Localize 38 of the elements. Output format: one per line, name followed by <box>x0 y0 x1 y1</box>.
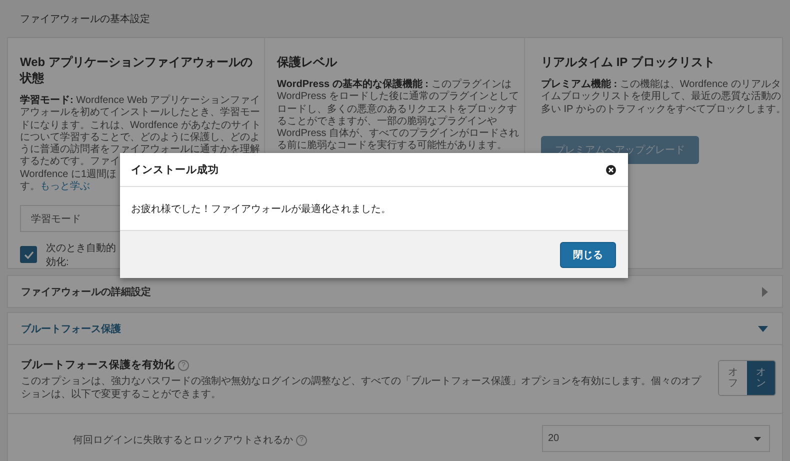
paragraph-line: Wordfence に1週間ほ <box>20 168 117 180</box>
learn-more-link[interactable]: もっと学ぶ <box>40 181 90 192</box>
paragraph-line: WordPress の基本的な保護機能 : このプラグインは <box>277 79 512 90</box>
checkbox-label: 次のとき自動的 <box>46 242 116 256</box>
lockout-select[interactable]: 20 <box>542 425 770 452</box>
section-title: ファイアウォールの詳細設定 <box>21 285 151 298</box>
caret-down-icon <box>754 436 761 440</box>
paragraph-line: アウォールを初めてインストールしたとき、学習モー <box>20 107 260 118</box>
section-header: ファイアウォールの基本設定 <box>19 12 151 26</box>
paragraph-line: するためです。ファイ <box>20 156 120 168</box>
modal-title: インストール成功 <box>131 162 219 176</box>
checkbox-label: 効化: <box>46 256 70 270</box>
option-description: このオプションは、強力なパスワードの強制や無効なログインの調整など、すべての「ブルートフォース保護」オプションを有効にします。個々のオプションは、以下で変更することができます。 <box>21 375 702 401</box>
paragraph-line: イムブロックリストを使用して、最近の悪質な活動の <box>541 91 781 102</box>
check-icon <box>24 250 34 259</box>
column-title: Web アプリケーションファイアウォールの状態 <box>20 54 254 86</box>
checkbox[interactable] <box>20 246 37 264</box>
paragraph-line: ドになります。これは、Wordfence があなたのサイト <box>20 120 261 131</box>
section-row[interactable]: ファイアウォールの詳細設定 <box>7 275 783 308</box>
column-title: リアルタイム IP ブロックリスト <box>541 54 716 70</box>
paragraph-line: WordPress 自体が、すべてのプラグインがロードされ <box>277 128 520 140</box>
section-row[interactable]: ブルートフォース保護 <box>7 312 783 345</box>
option-title: ブルートフォース保護を有効化 <box>21 359 175 371</box>
paragraph-line: す。 <box>20 181 40 192</box>
paragraph-line: ることができますが、一部の脆弱なプラグインや <box>277 116 497 127</box>
toggle-option[interactable]: オン <box>747 361 775 395</box>
paragraph-line: ロードし、多くの悪意のあるリクエストをブロックす <box>277 104 517 115</box>
column-title: 保護レベル <box>277 54 338 70</box>
setting-label: 何回ログインに失敗するとロックアウトされるか <box>73 434 293 446</box>
paragraph-line: 学習モード: Wordfence Web アプリケーションファイ <box>20 95 260 106</box>
paragraph-line: 多い IP からのトラフィックをすべてブロックします。 <box>541 104 786 115</box>
paragraph-line: プレミアム機能 : この機能は、Wordfence のリアルタ <box>541 79 781 90</box>
paragraph-line: について学習することで、どのように保護し、どのよ <box>20 132 260 143</box>
close-button[interactable]: 閉じる <box>560 242 616 268</box>
paragraph-line: る前に脆弱なコードを実行する可能性があります。 <box>277 140 507 152</box>
close-icon[interactable] <box>606 164 616 174</box>
section-title: ブルートフォース保護 <box>21 322 121 336</box>
paragraph-line: WordPress をロードした後に通常のプラグインとして <box>277 91 520 102</box>
